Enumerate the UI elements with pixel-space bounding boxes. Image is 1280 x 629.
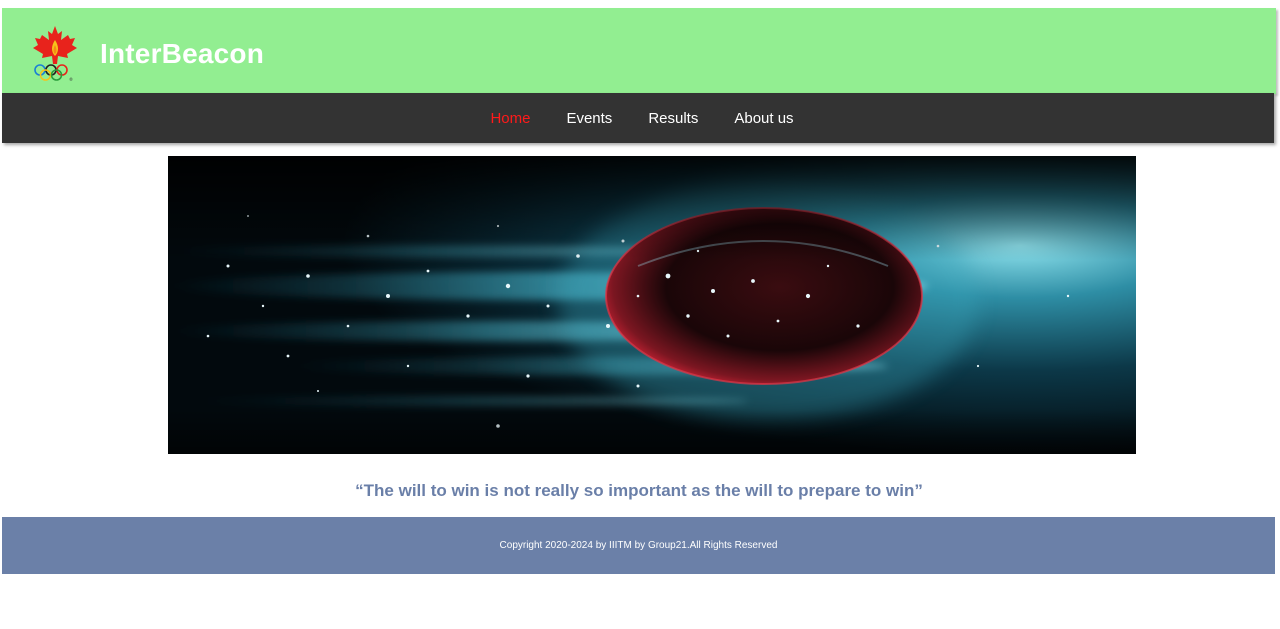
logo-icon[interactable]: ® <box>29 22 81 82</box>
nav-item-about-us[interactable]: About us <box>734 110 793 127</box>
site-header: ® InterBeacon <box>2 8 1276 94</box>
top-strip <box>0 0 1280 8</box>
nav-item-results[interactable]: Results <box>648 110 698 127</box>
nav-item-events[interactable]: Events <box>566 110 612 127</box>
main-nav: Home Events Results About us <box>2 93 1274 143</box>
hero-ball-image <box>168 156 1136 454</box>
copyright-text: Copyright 2020-2024 by IIITM by Group21.… <box>499 540 778 551</box>
hero-image <box>168 156 1136 454</box>
page: ® InterBeacon Home Events Results About … <box>0 0 1280 629</box>
nav-list: Home Events Results About us <box>2 93 1274 143</box>
motivational-quote: “The will to win is not really so import… <box>355 481 923 500</box>
site-footer: Copyright 2020-2024 by IIITM by Group21.… <box>2 517 1275 574</box>
nav-item-home[interactable]: Home <box>490 110 530 127</box>
svg-text:®: ® <box>69 77 73 82</box>
brand-title[interactable]: InterBeacon <box>100 38 264 70</box>
